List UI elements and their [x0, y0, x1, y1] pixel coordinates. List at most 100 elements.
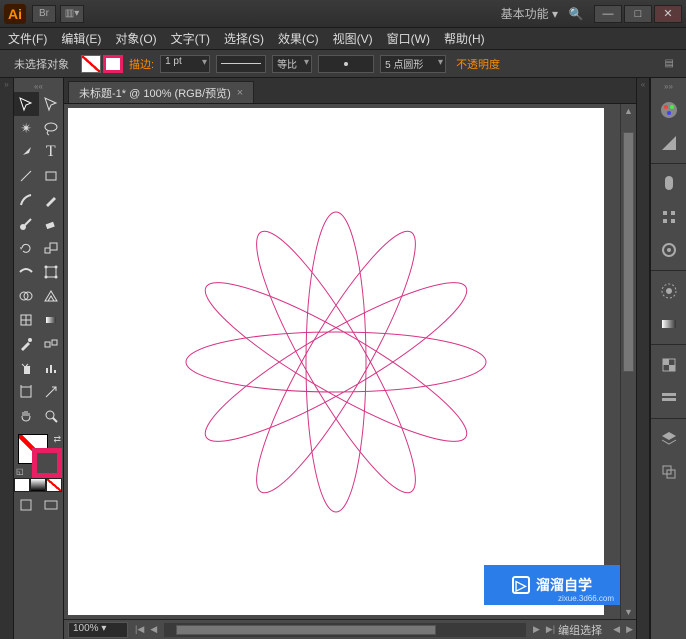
- nav-next-icon[interactable]: ▶: [530, 624, 543, 635]
- zoom-tool[interactable]: [39, 404, 64, 428]
- right-dock-strip[interactable]: «: [636, 78, 650, 639]
- paintbrush-tool[interactable]: [14, 188, 39, 212]
- width-tool[interactable]: [14, 260, 39, 284]
- blob-brush-tool[interactable]: [14, 212, 39, 236]
- direct-selection-tool[interactable]: [39, 92, 64, 116]
- status-nav-next-icon[interactable]: ▶: [623, 624, 636, 635]
- shape-builder-tool[interactable]: [14, 284, 39, 308]
- stroke-label[interactable]: 描边:: [129, 56, 154, 72]
- fill-swatch[interactable]: [81, 55, 101, 73]
- nav-prev-icon[interactable]: ◀: [147, 624, 160, 635]
- color-panel-icon[interactable]: [651, 95, 686, 125]
- selection-tool[interactable]: [14, 92, 39, 116]
- workspace-switcher[interactable]: 基本功能 ▾: [501, 5, 558, 22]
- close-button[interactable]: ✕: [654, 5, 682, 23]
- minimize-button[interactable]: —: [594, 5, 622, 23]
- color-none-icon[interactable]: [46, 478, 62, 492]
- bridge-button[interactable]: Br: [32, 5, 56, 23]
- nav-first-icon[interactable]: |◀: [132, 624, 147, 635]
- blend-tool[interactable]: [39, 332, 64, 356]
- eyedropper-tool[interactable]: [14, 332, 39, 356]
- stroke-style-select[interactable]: [216, 55, 266, 73]
- artboards-panel-icon[interactable]: [651, 457, 686, 487]
- brush-select[interactable]: 5 点圆形: [380, 55, 446, 73]
- rectangle-tool[interactable]: [39, 164, 64, 188]
- scale-tool[interactable]: [39, 236, 64, 260]
- menu-object[interactable]: 对象(O): [115, 30, 156, 47]
- scroll-thumb-horizontal[interactable]: [176, 625, 436, 635]
- color-solid-icon[interactable]: [14, 478, 30, 492]
- symbol-sprayer-tool[interactable]: [14, 356, 39, 380]
- mesh-tool[interactable]: [14, 308, 39, 332]
- right-panel-collapse-icon[interactable]: »»: [651, 80, 686, 92]
- arrange-docs-button[interactable]: ▥▾: [60, 5, 84, 23]
- magic-wand-tool[interactable]: ✴: [14, 116, 39, 140]
- column-graph-tool[interactable]: [39, 356, 64, 380]
- opacity-label[interactable]: 不透明度: [456, 56, 500, 72]
- vertical-scrollbar[interactable]: ▲ ▼: [620, 104, 636, 619]
- menu-window[interactable]: 窗口(W): [387, 30, 430, 47]
- control-panel-menu-icon[interactable]: ▤: [661, 56, 678, 71]
- scroll-up-icon[interactable]: ▲: [621, 104, 636, 118]
- color-guide-panel-icon[interactable]: [651, 128, 686, 158]
- hand-tool[interactable]: [14, 404, 39, 428]
- gradient-panel-icon[interactable]: [651, 309, 686, 339]
- menu-type[interactable]: 文字(T): [171, 30, 210, 47]
- left-dock-strip[interactable]: »: [0, 78, 14, 639]
- menu-view[interactable]: 视图(V): [333, 30, 373, 47]
- brushes-panel-icon[interactable]: [651, 202, 686, 232]
- artboard[interactable]: [68, 108, 604, 615]
- maximize-button[interactable]: □: [624, 5, 652, 23]
- swatches-panel-icon[interactable]: [651, 169, 686, 199]
- canvas-viewport[interactable]: ▷ 溜溜自学 zixue.3d66.com: [64, 104, 620, 619]
- stroke-profile-select[interactable]: 等比: [272, 55, 312, 73]
- nav-last-icon[interactable]: ▶|: [543, 624, 558, 635]
- transparency-panel-icon[interactable]: [651, 350, 686, 380]
- toolbox-handle-icon[interactable]: ««: [14, 80, 63, 92]
- stroke-color-icon[interactable]: [32, 448, 62, 478]
- menu-help[interactable]: 帮助(H): [444, 30, 485, 47]
- menu-edit[interactable]: 编辑(E): [61, 30, 101, 47]
- menu-file[interactable]: 文件(F): [8, 30, 47, 47]
- slice-tool[interactable]: [39, 380, 64, 404]
- artboard-tool[interactable]: [14, 380, 39, 404]
- color-gradient-icon[interactable]: [30, 478, 46, 492]
- gradient-tool[interactable]: [39, 308, 64, 332]
- pen-tool[interactable]: [14, 140, 39, 164]
- close-tab-icon[interactable]: ×: [237, 87, 243, 99]
- fill-stroke-control[interactable]: ⇄ ◱: [14, 432, 63, 476]
- scroll-down-icon[interactable]: ▼: [621, 605, 636, 619]
- swap-fill-stroke-icon[interactable]: ⇄: [53, 434, 61, 445]
- stroke-weight-select[interactable]: 1 pt: [160, 55, 210, 73]
- flower-artwork[interactable]: [136, 162, 536, 562]
- draw-normal-icon[interactable]: [14, 494, 39, 516]
- horizontal-scrollbar[interactable]: [164, 623, 526, 637]
- status-nav-prev-icon[interactable]: ◀: [610, 624, 623, 635]
- scroll-thumb-vertical[interactable]: [623, 132, 634, 372]
- stroke-panel-icon[interactable]: [651, 276, 686, 306]
- menu-select[interactable]: 选择(S): [224, 30, 264, 47]
- document-tab[interactable]: 未标题-1* @ 100% (RGB/预览) ×: [68, 81, 254, 103]
- status-bar: 100% ▾ |◀ ◀ ▶ ▶| 编组选择 ◀ ▶: [64, 619, 636, 639]
- stroke-swatch[interactable]: [103, 55, 123, 73]
- layers-panel-icon[interactable]: [651, 424, 686, 454]
- menu-effect[interactable]: 效果(C): [278, 30, 319, 47]
- lasso-tool[interactable]: [39, 116, 64, 140]
- type-tool[interactable]: T: [39, 140, 64, 164]
- dock-handle-icon[interactable]: »: [0, 78, 13, 90]
- right-dock-handle-icon[interactable]: «: [637, 78, 649, 90]
- eraser-tool[interactable]: [39, 212, 64, 236]
- search-icon[interactable]: 🔍: [566, 5, 586, 23]
- free-transform-tool[interactable]: [39, 260, 64, 284]
- perspective-grid-tool[interactable]: [39, 284, 64, 308]
- brush-preview[interactable]: [318, 55, 374, 73]
- default-fill-stroke-icon[interactable]: ◱: [16, 467, 24, 476]
- selection-status: 未选择对象: [8, 54, 75, 74]
- line-tool[interactable]: [14, 164, 39, 188]
- rotate-tool[interactable]: [14, 236, 39, 260]
- symbols-panel-icon[interactable]: [651, 235, 686, 265]
- zoom-select[interactable]: 100% ▾: [68, 622, 128, 638]
- appearance-panel-icon[interactable]: [651, 383, 686, 413]
- pencil-tool[interactable]: [39, 188, 64, 212]
- screen-mode-icon[interactable]: [39, 494, 64, 516]
